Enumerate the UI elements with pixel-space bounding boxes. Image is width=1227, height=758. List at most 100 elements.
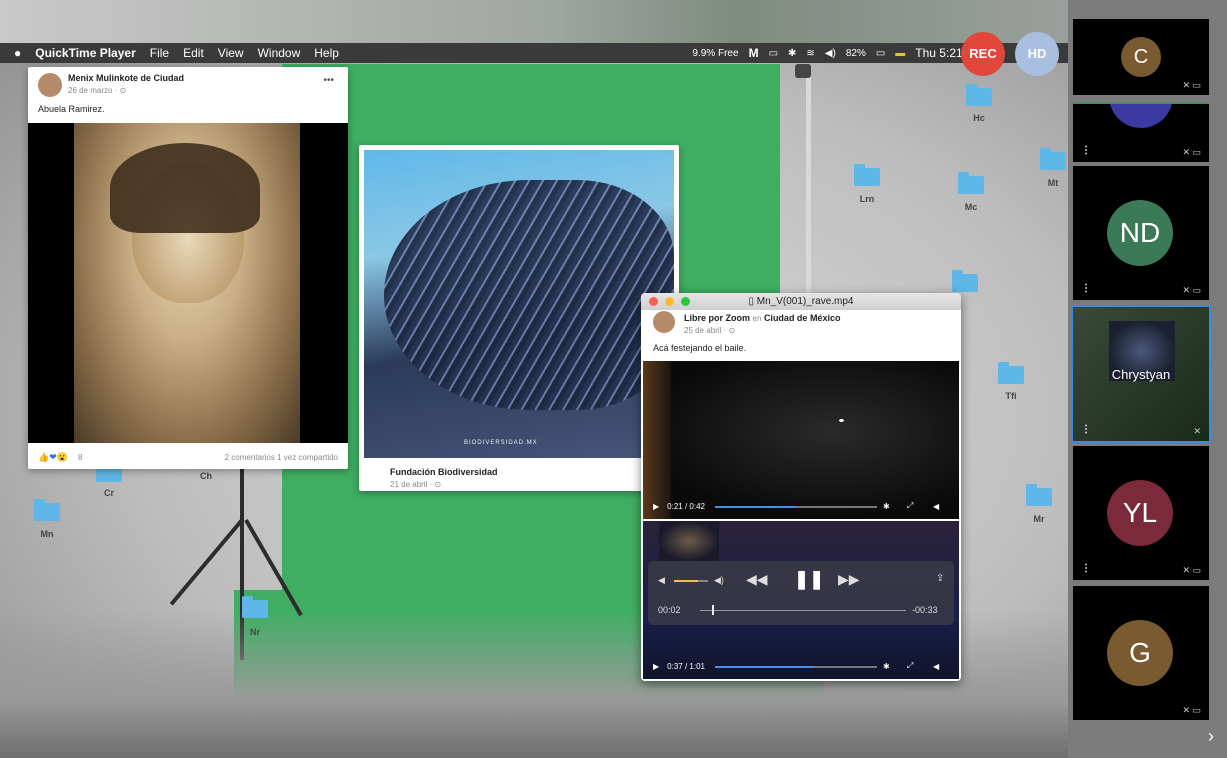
muted-mic-icon: ✕ — [1193, 426, 1201, 436]
play-icon[interactable]: ▶ — [653, 662, 659, 671]
fullscreen-icon[interactable]: ⤢ — [907, 661, 913, 671]
m-icon[interactable]: M — [749, 46, 759, 60]
settings-icon[interactable]: ✱ — [883, 502, 890, 511]
battery-status[interactable]: 82% — [846, 48, 866, 59]
post-stats[interactable]: 2 comentarios 1 vez compartido — [225, 453, 338, 462]
menu-edit[interactable]: Edit — [183, 46, 204, 60]
reactions-icon[interactable]: 👍❤😮 — [38, 452, 68, 463]
fast-forward-icon[interactable]: ▶▶ — [838, 571, 860, 588]
apple-icon[interactable]: ● — [14, 46, 21, 60]
participant-avatar: G — [1107, 620, 1173, 686]
more-icon[interactable]: ⋮ — [1081, 283, 1091, 294]
menu-window[interactable]: Window — [258, 46, 301, 60]
more-options-icon[interactable]: ••• — [323, 75, 334, 86]
window-titlebar[interactable]: ▯ Mn_V(001)_rave.mp4 — [641, 293, 961, 310]
video-player-2[interactable]: ◀ ◀) ◀◀ ❚❚ ▶▶ ⇪ 00:02 -00:33 ▶ 0:37 / 1:… — [643, 521, 959, 679]
folder-icon[interactable] — [242, 596, 268, 618]
video-figure — [659, 521, 719, 561]
memory-status[interactable]: 9.9% Free — [692, 48, 738, 59]
participant-tile[interactable]: C ✕ ▭ — [1073, 19, 1209, 95]
settings-icon[interactable]: ✱ — [883, 662, 890, 671]
more-icon[interactable]: ⋮ — [1081, 145, 1091, 156]
status-area: 9.9% Free M ▭ ✱ ≋ ◀) 82% ▭ ▬ Thu 5:21 PM — [682, 43, 1070, 63]
next-page-icon[interactable]: › — [1208, 726, 1214, 747]
folder-label: Mr — [1033, 514, 1045, 524]
muted-mic-icon: ✕ ▭ — [1182, 147, 1201, 157]
menu-help[interactable]: Help — [314, 46, 339, 60]
folder-icon[interactable] — [952, 270, 978, 292]
play-icon[interactable]: ▶ — [653, 502, 659, 511]
floor-shade — [0, 610, 1227, 758]
post-source[interactable]: Fundación Biodiversidad — [390, 467, 498, 477]
rec-badge: REC — [961, 32, 1005, 76]
fullscreen-icon[interactable]: ⤢ — [907, 501, 913, 511]
volume-high-icon[interactable]: ◀) — [714, 575, 724, 586]
participant-tile[interactable]: G ✕ ▭ — [1073, 586, 1209, 720]
rewind-icon[interactable]: ◀◀ — [746, 571, 768, 588]
participant-name: Chrystyan — [1111, 367, 1171, 382]
post-date[interactable]: 21 de abril · ⊙ — [390, 480, 441, 489]
post-location[interactable]: Ciudad de México — [764, 313, 841, 323]
participant-tile-active[interactable]: Chrystyan ⋮ ✕ — [1071, 305, 1211, 443]
folder-icon[interactable] — [1026, 484, 1052, 506]
more-icon[interactable]: ⋮ — [1081, 424, 1091, 435]
post-author[interactable]: Menix Mulinkote de Ciudad — [68, 73, 184, 83]
video-player-1[interactable]: ▶ 0:21 / 0:42 ✱ ⤢ ◀ — [643, 361, 959, 519]
light-stand — [806, 66, 811, 306]
folder-label: Mt — [1047, 178, 1059, 188]
quicktime-control-overlay: ◀ ◀) ◀◀ ❚❚ ▶▶ ⇪ 00:02 -00:33 — [648, 561, 954, 625]
folder-icon[interactable] — [958, 172, 984, 194]
quicktime-window: ▯ Mn_V(001)_rave.mp4 Libre por Zoom en C… — [641, 293, 961, 681]
menu-file[interactable]: File — [150, 46, 169, 60]
menu-view[interactable]: View — [218, 46, 244, 60]
more-icon[interactable]: ⋮ — [1081, 563, 1091, 574]
battery-icon: ▭ — [875, 47, 886, 59]
volume-fill — [674, 580, 698, 582]
post-date[interactable]: 26 de marzo · ⊙ — [68, 86, 126, 95]
participant-tile[interactable]: ⋮ ✕ ▭ — [1073, 102, 1209, 162]
folder-icon[interactable] — [998, 362, 1024, 384]
avatar[interactable] — [653, 311, 675, 333]
remaining-time: -00:33 — [912, 605, 938, 615]
volume-icon[interactable]: ◀ — [933, 662, 939, 671]
post-date[interactable]: 25 de abril · ⊙ — [684, 326, 735, 335]
volume-low-icon[interactable]: ◀ — [658, 575, 665, 586]
flag-icon[interactable]: ▬ — [895, 48, 905, 59]
reactions-count[interactable]: 8 — [78, 453, 82, 462]
avatar[interactable] — [38, 73, 62, 97]
folder-icon[interactable] — [966, 84, 992, 106]
zoom-button[interactable] — [681, 297, 690, 306]
share-icon[interactable]: ⇪ — [936, 573, 944, 584]
menu-app-name[interactable]: QuickTime Player — [35, 46, 136, 60]
menu-bar: ● QuickTime Player File Edit View Window… — [0, 43, 1070, 63]
photo-frame[interactable] — [28, 123, 348, 443]
facebook-post-video: BIODIVERSIDAD.MX Fundación Biodiversidad… — [359, 145, 679, 491]
progress-fill-1 — [715, 506, 796, 508]
volume-icon[interactable]: ◀ — [933, 502, 939, 511]
folder-icon[interactable] — [34, 499, 60, 521]
hd-badge: HD — [1015, 32, 1059, 76]
folder-icon[interactable] — [1040, 148, 1066, 170]
folder-label: Lrn — [859, 194, 875, 204]
muted-mic-icon: ✕ ▭ — [1182, 705, 1201, 715]
scrub-track[interactable] — [700, 610, 906, 611]
folder-label: Nr — [249, 627, 260, 637]
muted-mic-icon: ✕ ▭ — [1182, 285, 1201, 295]
post-author[interactable]: Libre por Zoom — [684, 313, 750, 323]
participant-tile[interactable]: YL ⋮ ✕ ▭ — [1073, 446, 1209, 580]
wifi-icon[interactable]: ≋ — [806, 48, 814, 59]
participant-tile[interactable]: ND ⋮ ✕ ▭ — [1073, 166, 1209, 300]
video-thumbnail[interactable]: BIODIVERSIDAD.MX — [364, 150, 674, 458]
airplay-icon[interactable]: ▭ — [769, 48, 778, 59]
bluetooth-icon[interactable]: ✱ — [788, 48, 796, 59]
vintage-portrait — [74, 123, 300, 443]
folder-label: Cr — [103, 488, 114, 498]
muted-mic-icon: ✕ ▭ — [1182, 565, 1201, 575]
facebook-post-photo: Menix Mulinkote de Ciudad 26 de marzo · … — [28, 67, 348, 469]
minimize-button[interactable] — [665, 297, 674, 306]
scrub-knob[interactable] — [712, 605, 715, 615]
close-button[interactable] — [649, 297, 658, 306]
volume-icon[interactable]: ◀) — [825, 48, 836, 59]
folder-icon[interactable] — [854, 164, 880, 186]
pause-icon[interactable]: ❚❚ — [794, 569, 824, 590]
